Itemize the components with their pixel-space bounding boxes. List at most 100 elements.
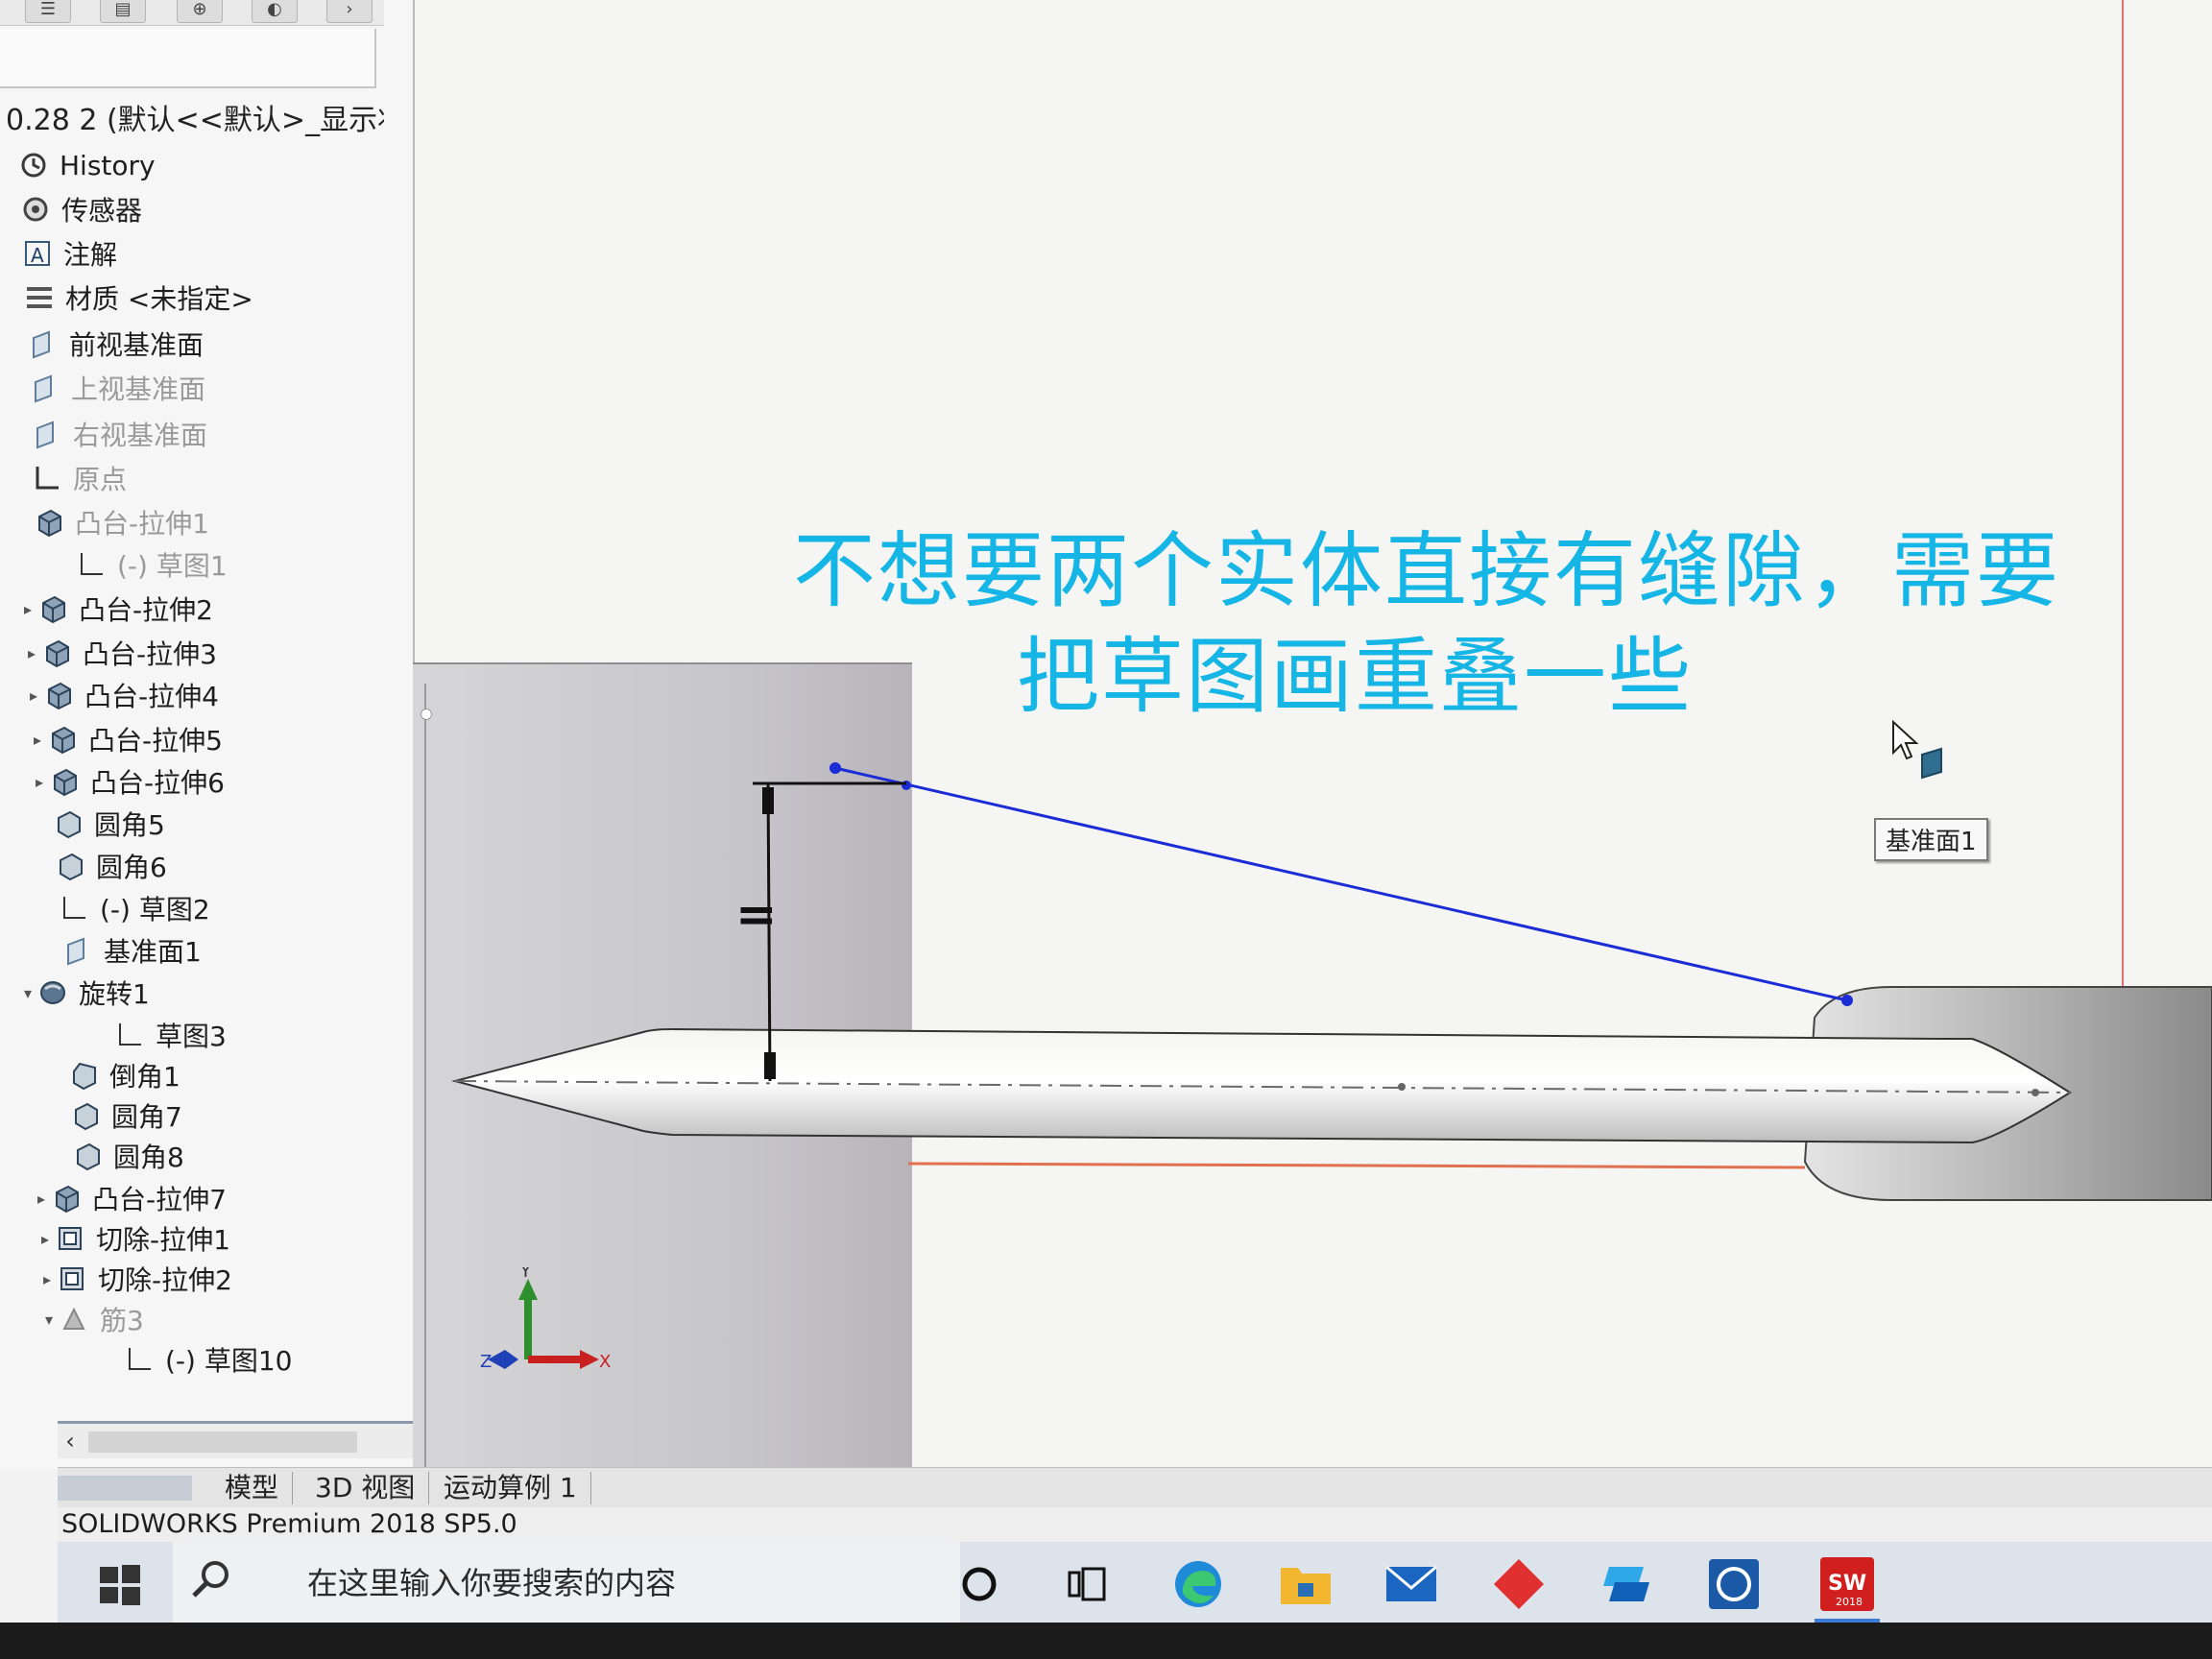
tree-horizontal-scrollbar[interactable]: ‹ ›	[58, 1421, 442, 1458]
sketch-endpoint-start	[830, 762, 841, 774]
scroll-thumb[interactable]	[88, 1431, 357, 1453]
solidworks-icon[interactable]: SW 2018	[1818, 1555, 1876, 1613]
browser-icon[interactable]	[1705, 1555, 1763, 1613]
tree-item[interactable]: History	[0, 144, 156, 186]
tree-item-label: 基准面1	[104, 936, 202, 968]
mouse-cursor-icon	[1892, 720, 1919, 760]
appearance-icon[interactable]: ◐	[252, 0, 298, 23]
property-icon[interactable]: ▤	[100, 0, 146, 23]
scroll-left-icon[interactable]: ‹	[58, 1428, 83, 1455]
tab-scroll-arrows[interactable]	[58, 1476, 192, 1501]
windows-taskbar: 在这里输入你要搜索的内容 SW 2018	[58, 1542, 2212, 1623]
windows-start-icon[interactable]	[96, 1561, 144, 1609]
svg-text:Y: Y	[519, 1267, 532, 1282]
svg-text:SW: SW	[1828, 1572, 1866, 1596]
sensor-icon	[19, 193, 52, 226]
tree-item[interactable]: ▸ 凸台-拉伸4	[25, 674, 219, 716]
sketch-icon	[123, 1343, 156, 1376]
tree-item[interactable]: 传感器	[2, 188, 142, 230]
red-app-icon[interactable]	[1490, 1555, 1548, 1613]
tree-item-label: 凸台-拉伸3	[83, 638, 217, 670]
extrude-icon	[42, 679, 75, 711]
chamfer-icon	[67, 1059, 100, 1092]
tree-item-label: 切除-拉伸1	[96, 1224, 230, 1256]
edge-icon[interactable]	[1169, 1555, 1227, 1613]
annotation-text: 不想要两个实体直接有缝隙，需要 把草图画重叠一些	[726, 518, 2128, 730]
status-bar: SOLIDWORKS Premium 2018 SP5.0	[58, 1507, 2212, 1542]
plane-cursor-icon	[1921, 747, 1942, 780]
tree-item[interactable]: ▸ 凸台-拉伸5	[29, 718, 223, 760]
tree-item[interactable]: ▸ 凸台-拉伸3	[23, 632, 217, 674]
tree-item[interactable]: (-) 草图1	[58, 543, 228, 586]
expand-icon[interactable]: ▸	[19, 600, 36, 618]
tree-item[interactable]: 上视基准面	[12, 367, 205, 409]
taskbar-search-box[interactable]: 在这里输入你要搜索的内容	[173, 1542, 960, 1623]
tree-item[interactable]: ▾ 筋3	[40, 1298, 144, 1340]
tree-item[interactable]: 圆角6	[36, 845, 167, 887]
tree-item[interactable]: 圆角5	[35, 803, 165, 845]
tree-item[interactable]: ▾ 旋转1	[19, 972, 150, 1014]
annotation-line-1: 不想要两个实体直接有缝隙，需要	[793, 523, 2060, 619]
tree-item[interactable]: ▸ 切除-拉伸1	[36, 1217, 230, 1260]
tree-item[interactable]: 材质 <未指定>	[6, 276, 253, 319]
svg-text:Z: Z	[480, 1352, 492, 1372]
expand-icon[interactable]: ▸	[38, 1270, 56, 1288]
extrude-icon	[33, 506, 65, 539]
tree-root-part[interactable]: 0.28 2 (默认<<默认>_显示状	[6, 96, 384, 138]
dimension-symbol: =	[735, 886, 778, 944]
center-point	[1398, 1083, 1406, 1091]
expand-icon[interactable]: ▸	[29, 731, 46, 749]
collapse-icon[interactable]: ▾	[19, 984, 36, 1002]
tab-3d-view[interactable]: 3D 视图	[301, 1472, 430, 1504]
arrow-icon[interactable]: ›	[326, 0, 373, 23]
expand-icon[interactable]: ▸	[36, 1230, 54, 1248]
extrude-icon	[50, 1182, 83, 1214]
graphics-area[interactable]: = 不想要两个实体直接有缝隙，需要 把草图画重叠一些 基准面1 Y X Z	[413, 0, 2212, 1469]
tree-item[interactable]: 圆角8	[54, 1135, 184, 1177]
expand-icon[interactable]: ▸	[25, 686, 42, 705]
tree-item[interactable]: ▸ 凸台-拉伸6	[31, 760, 225, 803]
plane-icon	[29, 372, 61, 404]
tree-filter-box[interactable]	[0, 29, 376, 88]
tree-item[interactable]: 基准面1	[44, 929, 202, 972]
tree-item[interactable]: 凸台-拉伸1	[15, 501, 209, 543]
tree-item[interactable]: 前视基准面	[10, 323, 204, 365]
tree-item-label: 凸台-拉伸7	[92, 1184, 227, 1215]
tree-item[interactable]: 右视基准面	[13, 413, 207, 455]
target-icon[interactable]: ⊕	[177, 0, 223, 23]
tree-item[interactable]: (-) 草图2	[40, 887, 210, 929]
tree-item[interactable]: 原点	[13, 457, 127, 499]
tree-item-label: 右视基准面	[73, 420, 208, 451]
tree-item[interactable]: 圆角7	[52, 1094, 182, 1137]
blue-app-icon[interactable]	[1598, 1555, 1655, 1613]
tree-item[interactable]: ▸ 凸台-拉伸7	[33, 1177, 227, 1219]
expand-icon[interactable]: ▸	[31, 773, 48, 791]
cortana-icon[interactable]	[950, 1555, 1008, 1613]
tree-item-label: 草图3	[156, 1021, 227, 1052]
tree-item[interactable]: ▸ 切除-拉伸2	[38, 1258, 232, 1300]
axis-triad: Y X Z	[480, 1267, 611, 1372]
task-view-icon[interactable]	[1058, 1555, 1116, 1613]
tree-item-label: 原点	[73, 464, 128, 495]
tree-item[interactable]: A 注解	[4, 232, 117, 275]
tab-motion-study[interactable]: 运动算例 1	[430, 1472, 591, 1504]
expand-icon[interactable]: ▸	[23, 644, 40, 662]
rib-icon	[58, 1303, 90, 1335]
cut-icon	[56, 1262, 88, 1295]
sketch-icon	[113, 1019, 146, 1051]
collapse-icon[interactable]: ▾	[40, 1310, 58, 1329]
tree-item-label: 圆角7	[111, 1101, 182, 1133]
tab-model[interactable]: 模型	[211, 1472, 294, 1504]
tree-item[interactable]: 倒角1	[50, 1054, 180, 1096]
mail-icon[interactable]	[1382, 1555, 1440, 1613]
svg-text:2018: 2018	[1836, 1596, 1863, 1608]
tree-item[interactable]: ▸ 凸台-拉伸2	[19, 588, 213, 630]
tree-item[interactable]: 草图3	[96, 1014, 227, 1056]
tree-item[interactable]: (-) 草图10	[106, 1338, 292, 1381]
extrude-icon	[36, 592, 69, 625]
file-explorer-icon[interactable]	[1277, 1555, 1334, 1613]
dimension-arrow-top	[762, 787, 774, 814]
feature-manager-panel: ☰ ▤ ⊕ ◐ › 0.28 2 (默认<<默认>_显示状 History 传感器…	[0, 0, 442, 1469]
expand-icon[interactable]: ▸	[33, 1190, 50, 1208]
list-icon[interactable]: ☰	[25, 0, 71, 23]
